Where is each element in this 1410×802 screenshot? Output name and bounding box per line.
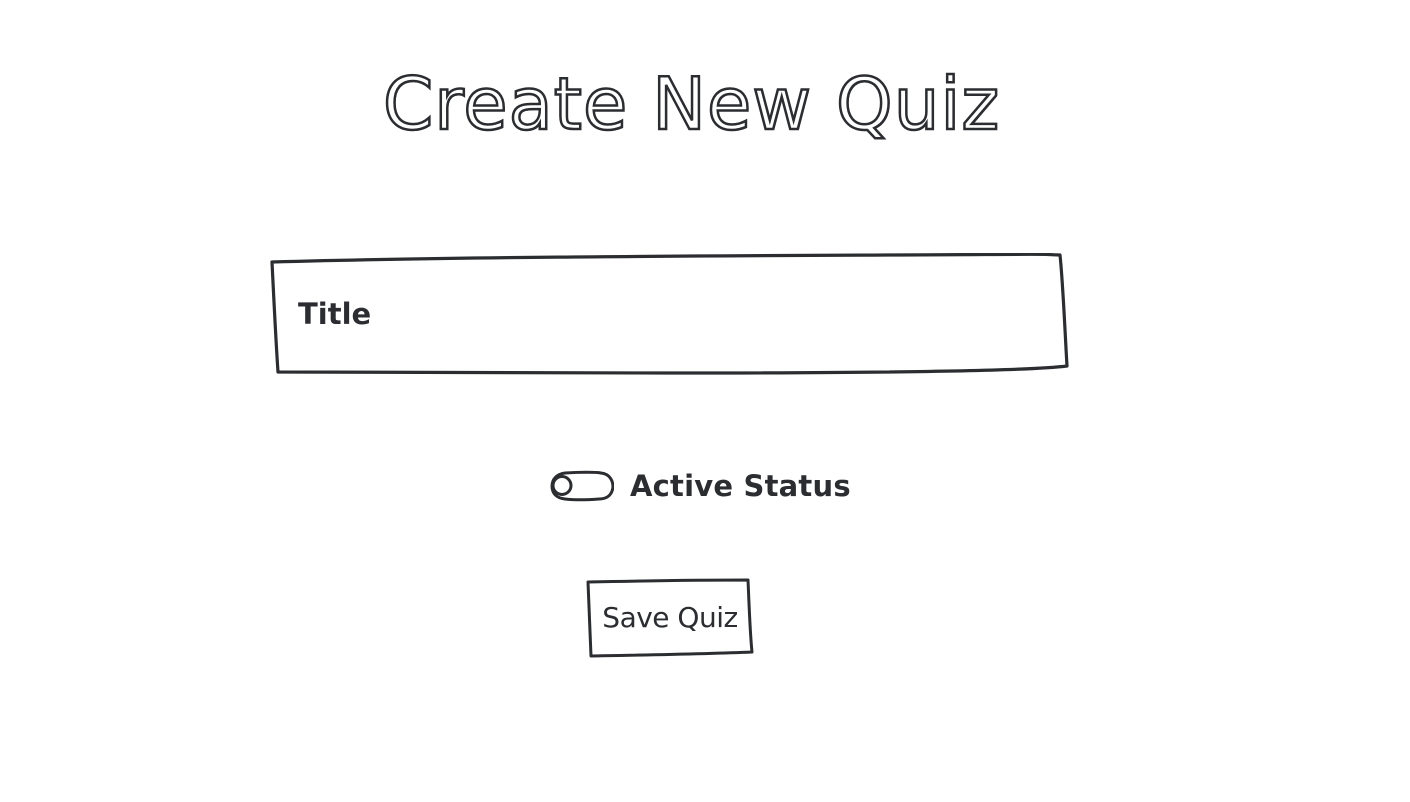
title-field[interactable] [270,253,1069,375]
toggle-switch-icon [550,470,614,502]
active-status-label: Active Status [630,469,851,503]
save-quiz-button[interactable]: Save Quiz [586,578,754,658]
save-button-label: Save Quiz [602,601,738,634]
page-title: Create New Quiz [382,61,1001,148]
active-status-toggle[interactable] [550,470,614,502]
title-input[interactable] [272,257,1067,371]
create-quiz-page: Create New Quiz Active Status Save Quiz [0,0,1410,802]
active-status-row: Active Status [550,466,851,506]
